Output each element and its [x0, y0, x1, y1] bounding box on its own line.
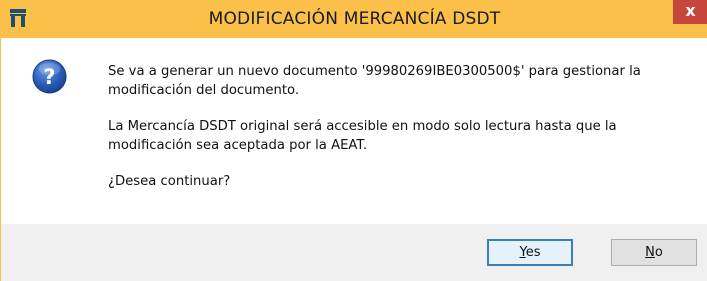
- close-button[interactable]: x: [673, 0, 707, 24]
- message-text: Se va a generar un nuevo documento '9998…: [108, 62, 698, 191]
- no-accelerator: N: [645, 245, 655, 260]
- message-question: ¿Desea continuar?: [108, 174, 231, 189]
- title-bar[interactable]: MODIFICACIÓN MERCANCÍA DSDT x: [1, 0, 707, 38]
- window-title: MODIFICACIÓN MERCANCÍA DSDT: [208, 9, 501, 29]
- svg-text:?: ?: [43, 65, 55, 89]
- no-label: o: [654, 245, 663, 260]
- no-button[interactable]: No: [611, 239, 697, 266]
- yes-label: es: [525, 245, 541, 260]
- message-line-1: Se va a generar un nuevo documento '9998…: [108, 64, 641, 98]
- message-dialog: MODIFICACIÓN MERCANCÍA DSDT x ? Se va a …: [0, 0, 707, 281]
- yes-button[interactable]: Yes: [487, 239, 573, 266]
- button-bar: [1, 224, 707, 281]
- close-icon: x: [685, 1, 696, 20]
- message-line-2: La Mercancía DSDT original será accesibl…: [108, 119, 617, 153]
- question-icon: ?: [32, 59, 67, 94]
